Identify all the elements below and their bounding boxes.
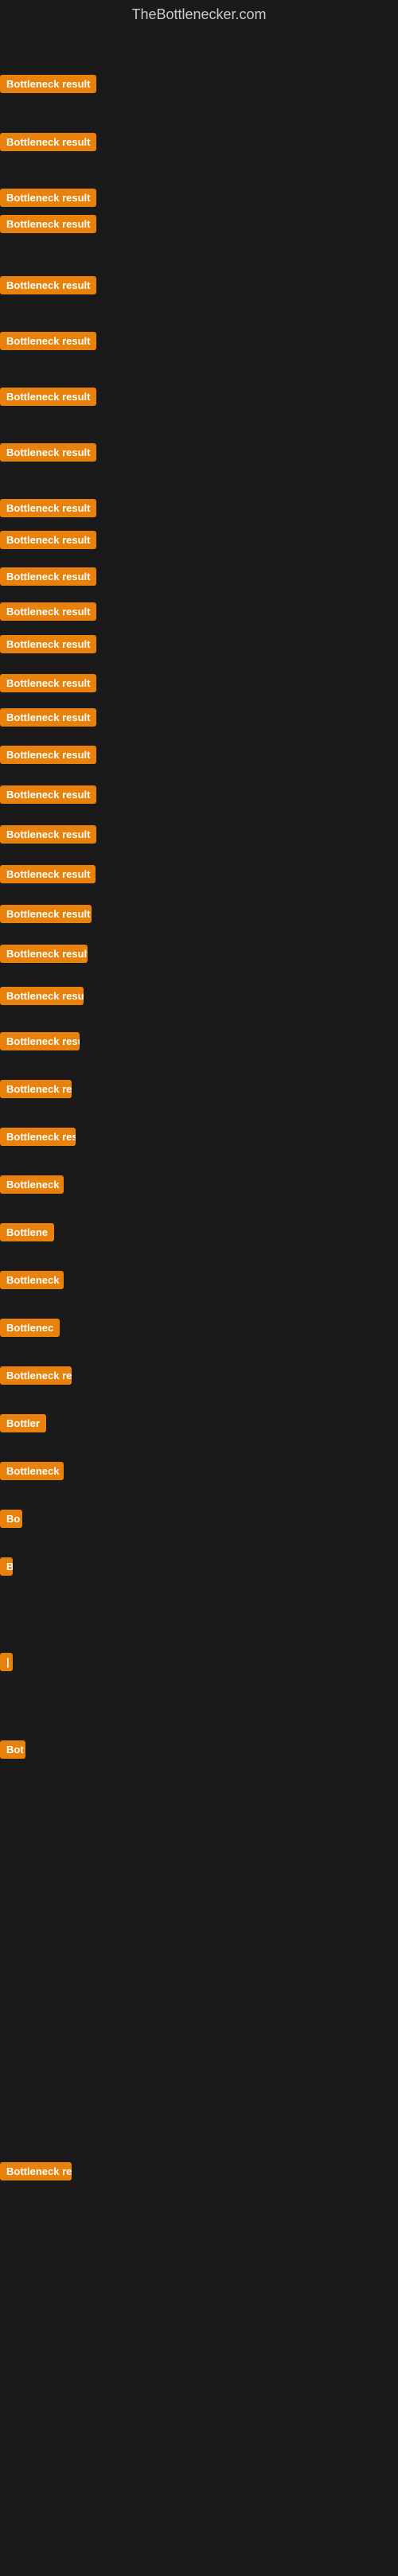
bottleneck-item-22[interactable]: Bottleneck result — [0, 987, 84, 1009]
bottleneck-item-4[interactable]: Bottleneck result — [0, 215, 96, 237]
bottleneck-badge-24: Bottleneck re — [0, 1080, 72, 1098]
bottleneck-badge-28: Bottleneck — [0, 1271, 64, 1289]
bottleneck-badge-10: Bottleneck result — [0, 531, 96, 549]
bottleneck-badge-6: Bottleneck result — [0, 332, 96, 350]
bottleneck-badge-25: Bottleneck resu — [0, 1128, 76, 1146]
bottleneck-item-25[interactable]: Bottleneck resu — [0, 1128, 76, 1150]
bottleneck-badge-37: Bottleneck re — [0, 2162, 72, 2180]
bottleneck-badge-14: Bottleneck result — [0, 674, 96, 692]
bottleneck-badge-31: Bottler — [0, 1414, 46, 1432]
bottleneck-item-13[interactable]: Bottleneck result — [0, 635, 96, 657]
bottleneck-badge-5: Bottleneck result — [0, 276, 96, 294]
bottleneck-item-34[interactable]: B — [0, 1557, 13, 1580]
bottleneck-badge-13: Bottleneck result — [0, 635, 96, 653]
bottleneck-item-1[interactable]: Bottleneck result — [0, 75, 96, 97]
bottleneck-item-36[interactable]: Bot — [0, 1740, 25, 1763]
bottleneck-item-12[interactable]: Bottleneck result — [0, 602, 96, 625]
bottleneck-badge-8: Bottleneck result — [0, 443, 96, 462]
bottleneck-badge-16: Bottleneck result — [0, 746, 96, 764]
bottleneck-item-6[interactable]: Bottleneck result — [0, 332, 96, 354]
bottleneck-badge-29: Bottlenec — [0, 1319, 60, 1337]
bottleneck-item-5[interactable]: Bottleneck result — [0, 276, 96, 298]
bottleneck-item-8[interactable]: Bottleneck result — [0, 443, 96, 466]
bottleneck-item-21[interactable]: Bottleneck result — [0, 945, 88, 967]
bottleneck-item-23[interactable]: Bottleneck result — [0, 1032, 80, 1054]
bottleneck-badge-30: Bottleneck re — [0, 1366, 72, 1385]
bottleneck-badge-33: Bo — [0, 1510, 22, 1528]
bottleneck-item-18[interactable]: Bottleneck result — [0, 825, 96, 848]
bottleneck-item-2[interactable]: Bottleneck result — [0, 133, 96, 155]
bottleneck-item-30[interactable]: Bottleneck re — [0, 1366, 72, 1389]
bottleneck-item-27[interactable]: Bottlene — [0, 1223, 54, 1245]
bottleneck-badge-2: Bottleneck result — [0, 133, 96, 151]
bottleneck-item-16[interactable]: Bottleneck result — [0, 746, 96, 768]
bottleneck-badge-15: Bottleneck result — [0, 708, 96, 727]
bottleneck-badge-35: | — [0, 1653, 13, 1671]
bottleneck-item-31[interactable]: Bottler — [0, 1414, 46, 1436]
bottleneck-badge-7: Bottleneck result — [0, 388, 96, 406]
bottleneck-item-28[interactable]: Bottleneck — [0, 1271, 64, 1293]
bottleneck-badge-4: Bottleneck result — [0, 215, 96, 233]
bottleneck-item-14[interactable]: Bottleneck result — [0, 674, 96, 696]
bottleneck-item-35[interactable]: | — [0, 1653, 13, 1675]
site-title: TheBottlenecker.com — [0, 0, 398, 29]
bottleneck-badge-21: Bottleneck result — [0, 945, 88, 963]
bottleneck-badge-19: Bottleneck result — [0, 865, 96, 883]
bottleneck-badge-26: Bottleneck — [0, 1175, 64, 1194]
bottleneck-badge-9: Bottleneck result — [0, 499, 96, 517]
bottleneck-badge-32: Bottleneck — [0, 1462, 64, 1480]
bottleneck-item-32[interactable]: Bottleneck — [0, 1462, 64, 1484]
bottleneck-badge-27: Bottlene — [0, 1223, 54, 1241]
bottleneck-item-29[interactable]: Bottlenec — [0, 1319, 60, 1341]
bottleneck-item-37[interactable]: Bottleneck re — [0, 2162, 72, 2184]
bottleneck-badge-34: B — [0, 1557, 13, 1576]
bottleneck-item-11[interactable]: Bottleneck result — [0, 567, 96, 590]
bottleneck-badge-23: Bottleneck result — [0, 1032, 80, 1050]
bottleneck-badge-17: Bottleneck result — [0, 785, 96, 804]
bottleneck-badge-11: Bottleneck result — [0, 567, 96, 586]
bottleneck-badge-20: Bottleneck result — [0, 905, 92, 923]
bottleneck-item-3[interactable]: Bottleneck result — [0, 189, 96, 211]
bottleneck-item-19[interactable]: Bottleneck result — [0, 865, 96, 887]
bottleneck-item-7[interactable]: Bottleneck result — [0, 388, 96, 410]
bottleneck-badge-22: Bottleneck result — [0, 987, 84, 1005]
bottleneck-item-15[interactable]: Bottleneck result — [0, 708, 96, 731]
bottleneck-badge-18: Bottleneck result — [0, 825, 96, 844]
bottleneck-badge-1: Bottleneck result — [0, 75, 96, 93]
bottleneck-item-33[interactable]: Bo — [0, 1510, 22, 1532]
bottleneck-item-26[interactable]: Bottleneck — [0, 1175, 64, 1198]
bottleneck-item-17[interactable]: Bottleneck result — [0, 785, 96, 808]
bottleneck-item-24[interactable]: Bottleneck re — [0, 1080, 72, 1102]
bottleneck-item-10[interactable]: Bottleneck result — [0, 531, 96, 553]
bottleneck-badge-3: Bottleneck result — [0, 189, 96, 207]
bottleneck-badge-36: Bot — [0, 1740, 25, 1759]
bottleneck-item-9[interactable]: Bottleneck result — [0, 499, 96, 521]
bottleneck-badge-12: Bottleneck result — [0, 602, 96, 621]
bottleneck-item-20[interactable]: Bottleneck result — [0, 905, 92, 927]
